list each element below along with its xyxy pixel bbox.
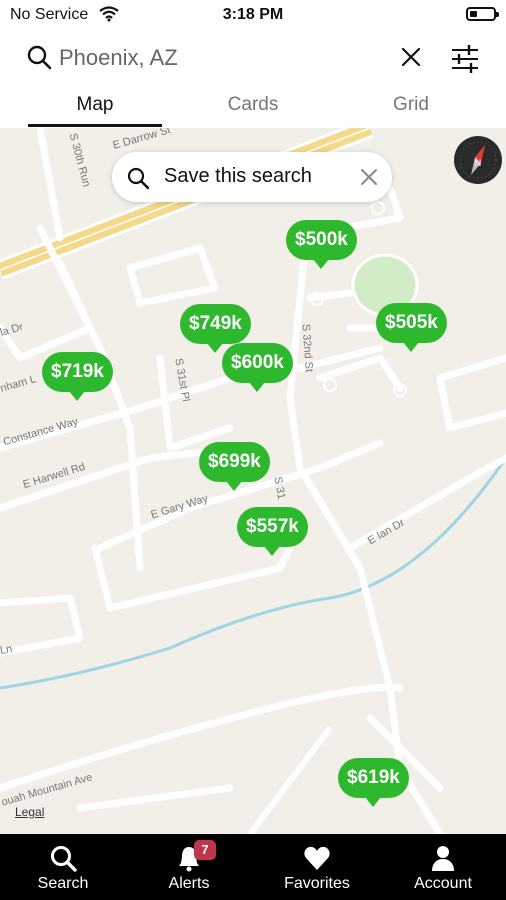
map-view[interactable]: E Darrow St S 30th Run S 32nd St S 31st … (0, 128, 506, 834)
legal-link[interactable]: Legal (15, 805, 44, 819)
search-icon (127, 167, 150, 190)
search-bar: Phoenix, AZ (0, 30, 506, 88)
road-label: Ln (0, 643, 14, 657)
tab-map[interactable]: Map (11, 94, 179, 116)
status-bar: No Service 3:18 PM (0, 0, 506, 30)
compass-icon[interactable]: N (454, 136, 502, 184)
price-pin[interactable]: $719k (42, 352, 113, 401)
price-pin[interactable]: $749k (180, 304, 251, 353)
clear-search-button[interactable] (396, 42, 426, 72)
tab-grid[interactable]: Grid (327, 94, 495, 116)
view-tabs: Map Cards Grid (0, 88, 506, 128)
save-search-label: Save this search (164, 165, 312, 187)
price-pin[interactable]: $505k (376, 303, 447, 352)
nav-search-label: Search (37, 875, 89, 892)
battery-icon (466, 7, 499, 21)
search-icon (27, 45, 52, 70)
nav-alerts-label: Alerts (168, 875, 210, 892)
price-pin[interactable]: $500k (286, 220, 357, 269)
price-pin[interactable]: $699k (199, 442, 270, 491)
search-input[interactable]: Phoenix, AZ (59, 45, 178, 71)
person-icon (432, 846, 454, 871)
nav-account[interactable]: Account (380, 834, 506, 900)
price-pin[interactable]: $557k (237, 507, 308, 556)
alerts-count-badge: 7 (194, 840, 216, 860)
save-search-button[interactable]: Save this search (112, 152, 392, 202)
nav-favorites-label: Favorites (284, 875, 350, 892)
search-icon (51, 846, 77, 872)
nav-favorites[interactable]: Favorites (254, 834, 380, 900)
svg-text:N: N (475, 158, 482, 168)
nav-search[interactable]: Search (0, 834, 126, 900)
dismiss-save-search-icon[interactable] (360, 168, 378, 186)
bottom-nav: Search 7 Alerts Favorites Account (0, 834, 506, 900)
nav-account-label: Account (414, 875, 472, 892)
price-pin[interactable]: $600k (222, 343, 293, 392)
price-pin[interactable]: $619k (338, 758, 409, 807)
filters-button[interactable] (448, 42, 482, 76)
heart-icon (304, 846, 330, 870)
active-tab-indicator (28, 124, 162, 127)
clock: 3:18 PM (222, 6, 284, 23)
nav-alerts[interactable]: 7 Alerts (126, 834, 252, 900)
tab-cards[interactable]: Cards (169, 94, 337, 116)
